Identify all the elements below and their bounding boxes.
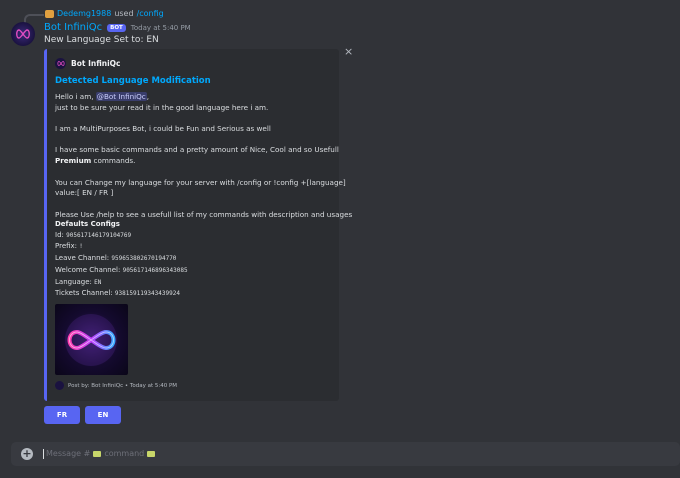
desc-hello-tail: , — [146, 92, 150, 101]
embed-author: Bot InfiniQc — [55, 58, 121, 69]
channel-emoji-icon — [93, 450, 102, 457]
desc-premium-line: Premium commands. — [55, 156, 337, 167]
message-composer[interactable]: + Message # command — [11, 442, 680, 466]
author-name[interactable]: Bot InfiniQc — [44, 22, 102, 33]
composer-placeholder[interactable]: Message # command — [46, 449, 156, 458]
desc-premium-tail: commands. — [91, 156, 136, 166]
desc-line: value:[ EN / FR ] — [55, 188, 114, 198]
message-header: Bot InfiniQc BOT Today at 5:40 PM — [44, 22, 191, 33]
desc-line: You can Change my language for your serv… — [55, 177, 346, 187]
embed-author-name: Bot InfiniQc — [71, 59, 121, 68]
reply-command[interactable]: /config — [137, 9, 164, 18]
embed-image[interactable] — [55, 304, 128, 375]
timestamp: Today at 5:40 PM — [130, 23, 191, 32]
reply-header[interactable]: Dedemg1988 used /config — [45, 9, 164, 18]
field-row: Language: EN — [55, 277, 188, 289]
bot-avatar[interactable] — [11, 22, 35, 46]
text-caret — [43, 449, 44, 459]
infinity-icon — [16, 29, 30, 39]
field-value: 938159119343439924 — [114, 290, 180, 298]
desc-line: just to be sure your read it in the good… — [55, 102, 269, 112]
fields-title: Defaults Configs — [55, 220, 120, 228]
reply-user[interactable]: Dedemg1988 — [57, 9, 111, 18]
en-language-button[interactable]: EN — [85, 406, 121, 424]
infinity-artwork — [65, 314, 117, 366]
embed-footer: Post by: Bot InfiniQc • Today at 5:40 PM — [55, 381, 177, 390]
desc-hello: Hello i am, — [55, 92, 94, 101]
fr-language-button[interactable]: FR — [44, 406, 80, 424]
field-label: Tickets Channel: — [55, 289, 113, 298]
field-row: Id: 905617146179104769 — [55, 230, 188, 242]
infinity-icon — [56, 61, 65, 66]
desc-hello-line: Hello i am, @Bot InfiniQc, — [55, 92, 337, 103]
placeholder-word: command — [104, 449, 145, 458]
field-row: Prefix: ! — [55, 241, 188, 253]
bot-tag: BOT — [107, 23, 126, 32]
message-content: New Language Set to: EN — [44, 35, 159, 45]
field-value: 905617146179104769 — [66, 231, 132, 239]
field-value: 905617146896343085 — [122, 266, 188, 274]
slash-command-icon — [45, 9, 54, 18]
field-label: Leave Channel: — [55, 254, 110, 263]
embed-author-avatar — [55, 58, 66, 69]
field-label: Id: — [55, 230, 64, 239]
field-label: Language: — [55, 277, 92, 286]
reply-used: used — [114, 9, 134, 18]
embed-description: Hello i am, @Bot InfiniQc, just to be su… — [55, 92, 352, 220]
field-label: Prefix: — [55, 242, 78, 251]
close-icon[interactable]: × — [344, 45, 353, 58]
footer-avatar — [55, 381, 64, 390]
embed: × Bot InfiniQc Detected Language Modific… — [44, 45, 353, 401]
footer-text: Post by: Bot InfiniQc • Today at 5:40 PM — [68, 382, 178, 389]
field-row: Welcome Channel: 905617146896343085 — [55, 265, 188, 277]
desc-premium: Premium — [55, 156, 92, 166]
embed-title: Detected Language Modification — [55, 76, 211, 86]
field-value: EN — [94, 278, 102, 286]
add-attachment-icon[interactable]: + — [21, 448, 33, 460]
field-value: 959653802670194770 — [111, 255, 177, 263]
embed-fields: Defaults Configs Id: 905617146179104769 … — [55, 219, 188, 300]
field-label: Welcome Channel: — [55, 265, 121, 274]
field-value: ! — [79, 243, 83, 251]
bot-mention[interactable]: @Bot InfiniQc — [95, 92, 147, 101]
desc-line: I have some basic commands and a pretty … — [55, 145, 339, 155]
channel-emoji-icon — [147, 450, 156, 457]
desc-line: I am a MultiPurposes Bot, i could be Fun… — [55, 124, 271, 134]
placeholder-prefix: Message # — [46, 449, 91, 458]
field-row: Tickets Channel: 938159119343439924 — [55, 288, 188, 300]
field-row: Leave Channel: 959653802670194770 — [55, 253, 188, 265]
